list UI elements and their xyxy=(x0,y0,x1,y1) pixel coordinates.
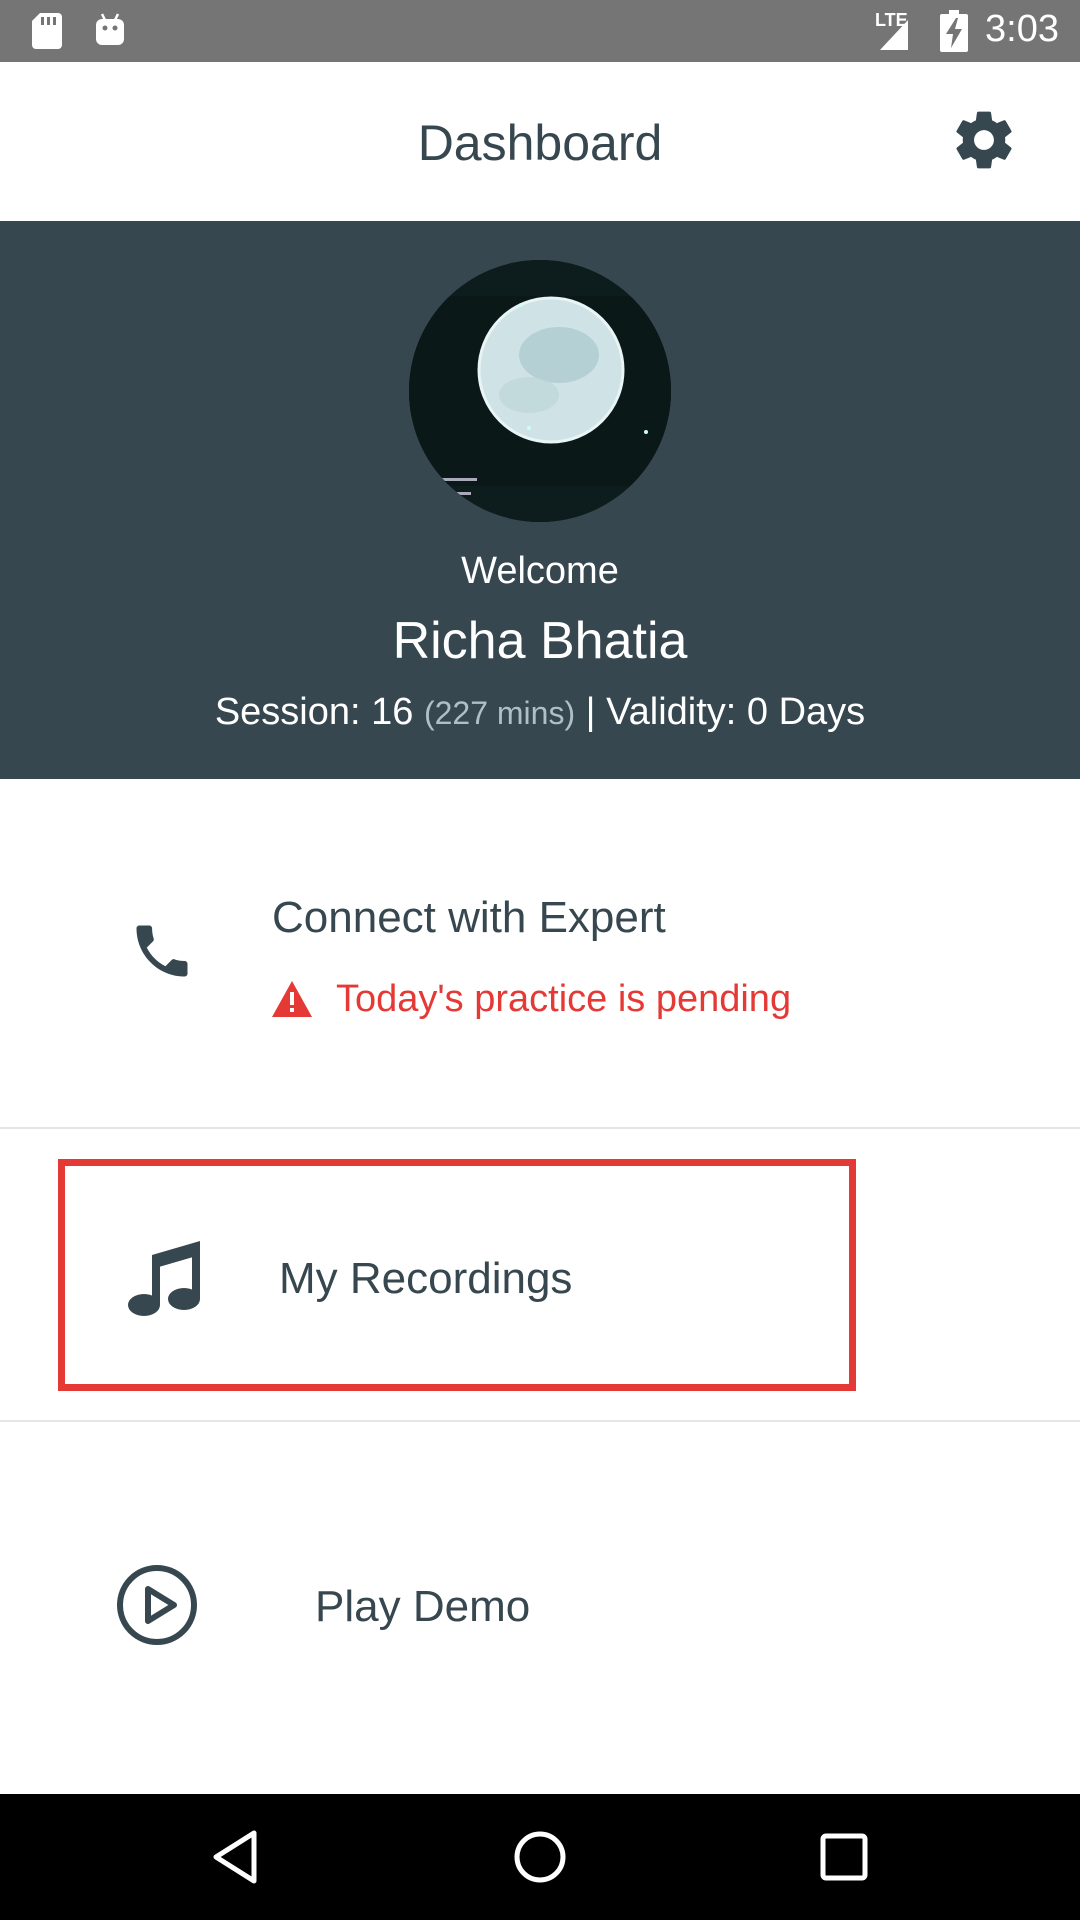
warning-icon xyxy=(272,981,312,1017)
session-count: Session: 16 xyxy=(214,691,414,733)
my-recordings-label: My Recordings xyxy=(279,1254,573,1303)
recents-icon[interactable] xyxy=(816,1829,872,1885)
user-name: Richa Bhatia xyxy=(392,612,688,670)
phone-icon xyxy=(136,925,188,977)
my-recordings-item[interactable]: My Recordings xyxy=(0,1129,1080,1420)
back-icon[interactable] xyxy=(208,1829,264,1885)
welcome-text: Welcome xyxy=(461,550,619,592)
connect-with-expert-label: Connect with Expert xyxy=(272,893,666,942)
android-icon xyxy=(96,13,124,45)
home-icon[interactable] xyxy=(512,1829,568,1885)
avatar-image xyxy=(409,260,671,522)
clock: 3:03 xyxy=(985,8,1059,50)
practice-pending-warning: Today's practice is pending xyxy=(272,977,791,1021)
signal-icon xyxy=(880,20,908,50)
navigation-bar xyxy=(0,1794,1080,1920)
play-demo-label: Play Demo xyxy=(315,1582,531,1631)
music-note-icon xyxy=(128,1241,200,1316)
avatar[interactable] xyxy=(409,260,671,522)
page-title: Dashboard xyxy=(417,115,663,171)
app-bar: Dashboard xyxy=(0,62,1080,221)
profile-header: Welcome Richa Bhatia Session: 16 (227 mi… xyxy=(0,221,1080,779)
status-bar: LTE 3:03 xyxy=(0,0,1080,62)
sd-card-icon xyxy=(32,13,62,49)
validity-text: | Validity: 0 Days xyxy=(585,691,866,733)
play-demo-item[interactable]: Play Demo xyxy=(0,1422,1080,1794)
session-info: Session: 16 (227 mins) | Validity: 0 Day… xyxy=(0,691,1080,734)
play-circle-icon xyxy=(117,1565,197,1645)
session-minutes: (227 mins) xyxy=(423,695,576,731)
battery-charging-icon xyxy=(940,10,968,52)
practice-pending-text: Today's practice is pending xyxy=(336,977,792,1020)
gear-icon[interactable] xyxy=(950,106,1018,174)
connect-with-expert-item[interactable]: Connect with Expert Today's practice is … xyxy=(0,779,1080,1127)
